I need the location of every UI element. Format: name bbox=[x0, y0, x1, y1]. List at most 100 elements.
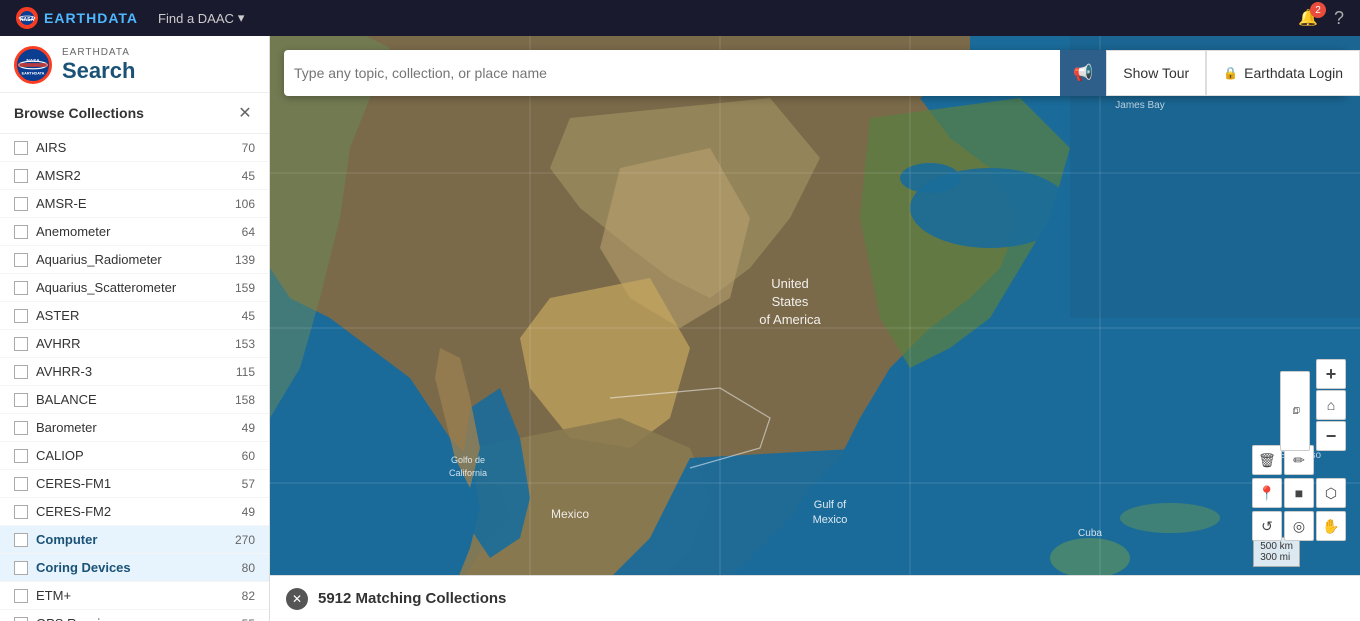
earthdata-login-button[interactable]: 🔒 Earthdata Login bbox=[1206, 50, 1360, 96]
list-item[interactable]: CERES-FM2 49 bbox=[0, 498, 269, 526]
svg-text:Mexico: Mexico bbox=[551, 507, 589, 521]
list-item-checkbox[interactable] bbox=[14, 505, 28, 519]
layers-button[interactable]: ⧉ bbox=[1280, 371, 1310, 451]
zoom-controls: + ⌂ − bbox=[1316, 359, 1346, 451]
list-item-count: 139 bbox=[235, 253, 255, 267]
svg-text:James Bay: James Bay bbox=[1115, 100, 1164, 111]
list-item-checkbox[interactable] bbox=[14, 141, 28, 155]
notification-badge: 2 bbox=[1310, 2, 1326, 18]
list-item-label: CERES-FM2 bbox=[36, 504, 234, 519]
list-item[interactable]: AVHRR153 bbox=[0, 330, 269, 358]
list-item-label: BALANCE bbox=[36, 392, 227, 407]
list-item-checkbox[interactable] bbox=[14, 617, 28, 621]
help-icon[interactable]: ? bbox=[1334, 8, 1344, 29]
list-item-count: 60 bbox=[242, 449, 255, 463]
earthdata-nav-title: EARTHDATA bbox=[44, 10, 138, 26]
list-item[interactable]: Barometer 49 bbox=[0, 414, 269, 442]
svg-text:California: California bbox=[449, 468, 487, 478]
list-item[interactable]: CERES-FM1 57 bbox=[0, 470, 269, 498]
list-item-label: Anemometer bbox=[36, 224, 234, 239]
announcement-button[interactable]: 📢 bbox=[1060, 50, 1106, 96]
list-item-label: ETM+ bbox=[36, 588, 234, 603]
list-item[interactable]: ASTER45 bbox=[0, 302, 269, 330]
app-label: EARTHDATA bbox=[62, 47, 135, 58]
list-item-checkbox[interactable] bbox=[14, 393, 28, 407]
list-item-checkbox[interactable] bbox=[14, 365, 28, 379]
list-item-label: Barometer bbox=[36, 420, 234, 435]
show-tour-button[interactable]: Show Tour bbox=[1106, 50, 1206, 96]
map-area[interactable]: United States of America Mexico Golfo de… bbox=[270, 36, 1360, 621]
list-item[interactable]: AIRS70 bbox=[0, 134, 269, 162]
list-item-count: 64 bbox=[242, 225, 255, 239]
results-close-button[interactable]: ✕ bbox=[286, 588, 308, 610]
find-daac-menu[interactable]: Find a DAAC ▾ bbox=[158, 10, 244, 26]
undo-button[interactable]: ↺ bbox=[1252, 511, 1282, 541]
app-name: Search bbox=[62, 58, 135, 84]
list-item-count: 80 bbox=[242, 561, 255, 575]
nasa-logo-side: NASA EARTHDATA bbox=[14, 46, 52, 84]
svg-text:Cuba: Cuba bbox=[1078, 528, 1102, 539]
list-item[interactable]: Coring Devices 80 bbox=[0, 554, 269, 582]
home-button[interactable]: ⌂ bbox=[1316, 390, 1346, 420]
list-item[interactable]: Aquarius_Scatterometer159 bbox=[0, 274, 269, 302]
list-item[interactable]: AVHRR-3115 bbox=[0, 358, 269, 386]
list-item[interactable]: CALIOP60 bbox=[0, 442, 269, 470]
list-item-checkbox[interactable] bbox=[14, 337, 28, 351]
list-item-label: AVHRR-3 bbox=[36, 364, 228, 379]
list-item-label: ASTER bbox=[36, 308, 234, 323]
point-tool-button[interactable]: 📍 bbox=[1252, 478, 1282, 508]
browse-collections-title: Browse Collections bbox=[14, 105, 144, 121]
map-controls-row3: ↺ ◎ ✋ bbox=[1252, 511, 1346, 541]
list-item-checkbox[interactable] bbox=[14, 533, 28, 547]
list-item-checkbox[interactable] bbox=[14, 477, 28, 491]
list-item[interactable]: AMSR245 bbox=[0, 162, 269, 190]
delete-shape-button[interactable]: 🗑 bbox=[1252, 445, 1282, 475]
svg-text:United: United bbox=[771, 276, 809, 291]
sidebar-header: NASA EARTHDATA EARTHDATA Search bbox=[0, 36, 269, 93]
list-item-count: 57 bbox=[242, 477, 255, 491]
list-item-count: 158 bbox=[235, 393, 255, 407]
list-item-checkbox[interactable] bbox=[14, 561, 28, 575]
sidebar: NASA EARTHDATA EARTHDATA Search Browse C… bbox=[0, 36, 270, 621]
sidebar-header-text: EARTHDATA Search bbox=[62, 47, 135, 84]
list-item-label: Coring Devices bbox=[36, 560, 234, 575]
map-container[interactable]: United States of America Mexico Golfo de… bbox=[270, 36, 1360, 621]
list-item[interactable]: Anemometer 64 bbox=[0, 218, 269, 246]
list-item-checkbox[interactable] bbox=[14, 449, 28, 463]
scale-km: 500 km bbox=[1260, 541, 1293, 552]
svg-text:States: States bbox=[772, 294, 809, 309]
polygon-tool-button[interactable]: ⬡ bbox=[1316, 478, 1346, 508]
pan-button[interactable]: ✋ bbox=[1316, 511, 1346, 541]
list-item-count: 106 bbox=[235, 197, 255, 211]
list-item-checkbox[interactable] bbox=[14, 225, 28, 239]
sidebar-list[interactable]: AIRS70AMSR245AMSR-E106 Anemometer 64 Aquari… bbox=[0, 134, 269, 621]
list-item[interactable]: BALANCE 158 bbox=[0, 386, 269, 414]
lock-icon: 🔒 bbox=[1223, 66, 1238, 80]
svg-text:EARTHDATA: EARTHDATA bbox=[22, 71, 45, 75]
list-item[interactable]: GPS Receivers55 bbox=[0, 610, 269, 621]
list-item-checkbox[interactable] bbox=[14, 589, 28, 603]
list-item[interactable]: Computer270 bbox=[0, 526, 269, 554]
list-item[interactable]: ETM+82 bbox=[0, 582, 269, 610]
notification-icon[interactable]: 🔔 2 bbox=[1298, 8, 1318, 28]
list-item-checkbox[interactable] bbox=[14, 197, 28, 211]
list-item[interactable]: AMSR-E106 bbox=[0, 190, 269, 218]
target-view-button[interactable]: ◎ bbox=[1284, 511, 1314, 541]
list-item-checkbox[interactable] bbox=[14, 281, 28, 295]
zoom-out-button[interactable]: − bbox=[1316, 421, 1346, 451]
list-item-label: CERES-FM1 bbox=[36, 476, 234, 491]
list-item-count: 49 bbox=[242, 505, 255, 519]
svg-text:NASA: NASA bbox=[26, 58, 40, 63]
list-item-count: 49 bbox=[242, 421, 255, 435]
list-item-checkbox[interactable] bbox=[14, 421, 28, 435]
list-item-checkbox[interactable] bbox=[14, 169, 28, 183]
list-item-checkbox[interactable] bbox=[14, 253, 28, 267]
top-nav-right: 🔔 2 ? bbox=[1298, 8, 1344, 29]
list-item[interactable]: Aquarius_Radiometer139 bbox=[0, 246, 269, 274]
scale-mi: 300 mi bbox=[1260, 552, 1293, 563]
list-item-checkbox[interactable] bbox=[14, 309, 28, 323]
search-input[interactable] bbox=[294, 65, 1148, 81]
browse-collections-close-button[interactable]: ✕ bbox=[235, 103, 255, 123]
zoom-in-button[interactable]: + bbox=[1316, 359, 1346, 389]
rectangle-tool-button[interactable]: ■ bbox=[1284, 478, 1314, 508]
